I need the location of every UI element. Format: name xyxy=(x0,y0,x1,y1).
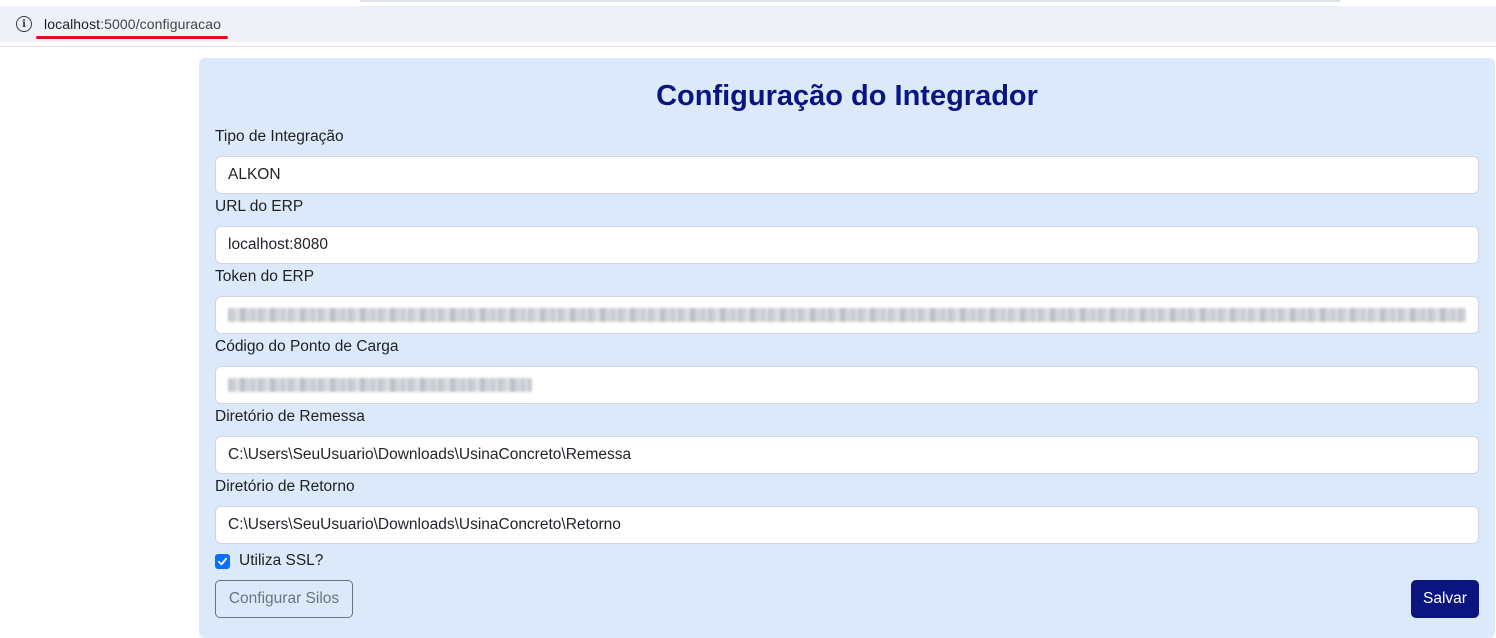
configurar-silos-button[interactable]: Configurar Silos xyxy=(215,580,353,618)
address-bar[interactable]: i localhost:5000/configuracao xyxy=(0,6,1496,42)
token-erp-input[interactable] xyxy=(215,296,1479,334)
token-erp-label: Token do ERP xyxy=(215,268,315,285)
url-path: :5000/configuracao xyxy=(100,16,222,32)
salvar-button[interactable]: Salvar xyxy=(1411,580,1479,618)
ssl-label: Utiliza SSL? xyxy=(239,552,324,569)
url-host: localhost xyxy=(44,16,101,32)
url-annotation-underline xyxy=(36,36,228,39)
page-title: Configuração do Integrador xyxy=(656,80,1038,112)
tipo-integracao-select[interactable]: ALKON xyxy=(215,156,1479,194)
codigo-ponto-carga-label: Código do Ponto de Carga xyxy=(215,338,399,355)
ssl-checkbox[interactable] xyxy=(215,553,230,569)
diretorio-retorno-value: C:\Users\SeuUsuario\Downloads\UsinaConcr… xyxy=(228,516,621,533)
diretorio-retorno-input[interactable]: C:\Users\SeuUsuario\Downloads\UsinaConcr… xyxy=(215,506,1479,544)
diretorio-retorno-label: Diretório de Retorno xyxy=(215,478,355,495)
url-erp-input[interactable]: localhost:8080 xyxy=(215,226,1479,264)
codigo-redacted xyxy=(228,378,532,392)
codigo-ponto-carga-input[interactable] xyxy=(215,366,1479,404)
tipo-integracao-label: Tipo de Integração xyxy=(215,128,344,145)
tipo-integracao-value: ALKON xyxy=(228,166,281,183)
diretorio-remessa-label: Diretório de Remessa xyxy=(215,408,365,425)
url-erp-label: URL do ERP xyxy=(215,198,304,215)
site-info-icon[interactable]: i xyxy=(16,16,32,32)
token-redacted xyxy=(228,308,1466,322)
toolbar-divider xyxy=(0,46,1496,47)
url-erp-value: localhost:8080 xyxy=(228,236,328,253)
ssl-row: Utiliza SSL? xyxy=(215,552,323,570)
tab-edge xyxy=(360,0,1340,2)
config-card: Configuração do Integrador Tipo de Integ… xyxy=(199,58,1495,638)
diretorio-remessa-input[interactable]: C:\Users\SeuUsuario\Downloads\UsinaConcr… xyxy=(215,436,1479,474)
checkmark-icon xyxy=(217,557,228,565)
address-url[interactable]: localhost:5000/configuracao xyxy=(44,16,221,32)
diretorio-remessa-value: C:\Users\SeuUsuario\Downloads\UsinaConcr… xyxy=(228,446,632,463)
